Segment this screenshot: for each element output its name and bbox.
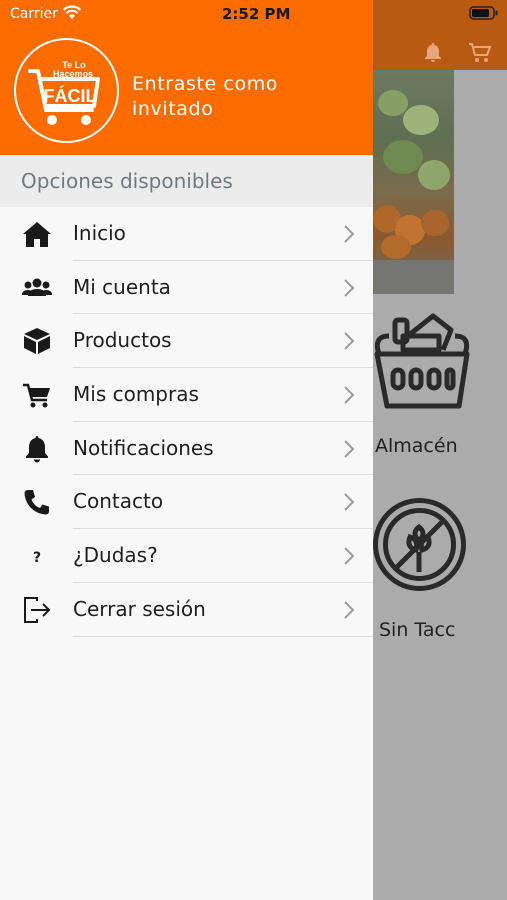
menu-item-label: Contacto xyxy=(73,489,164,514)
drawer-menu: Inicio Mi cuenta Productos Mis compras N… xyxy=(0,207,373,637)
chevron-right-icon xyxy=(344,601,355,619)
logo-line2: Hacemos xyxy=(53,69,93,79)
users-icon xyxy=(22,278,52,296)
home-icon xyxy=(23,222,51,247)
menu-item-notificaciones[interactable]: Notificaciones xyxy=(0,422,373,476)
wifi-icon xyxy=(62,5,82,19)
box-icon xyxy=(24,328,50,355)
logout-icon xyxy=(24,596,51,623)
category-label-almacen[interactable]: Almacén xyxy=(375,435,458,457)
menu-item-label: Mis compras xyxy=(73,382,199,407)
menu-item-label: Productos xyxy=(73,328,172,353)
cart-icon xyxy=(23,383,50,408)
menu-item-label: Inicio xyxy=(73,221,126,245)
carrier-label: Carrier xyxy=(10,6,58,22)
gluten-free-icon[interactable] xyxy=(372,497,467,592)
phone-icon xyxy=(24,490,49,515)
menu-item-label: ¿Dudas? xyxy=(73,543,158,568)
status-time: 2:52 PM xyxy=(222,5,291,23)
brand-logo: Te Lo Hacemos FÁCIL xyxy=(14,38,119,143)
bell-icon xyxy=(26,435,48,463)
menu-item-label: Cerrar sesión xyxy=(73,596,206,621)
chevron-right-icon xyxy=(344,440,355,458)
menu-item-productos[interactable]: Productos xyxy=(0,314,373,369)
menu-item-label: Notificaciones xyxy=(73,435,214,460)
logo-line3: FÁCIL xyxy=(44,85,97,106)
section-title: Opciones disponibles xyxy=(21,169,233,193)
question-icon: ? xyxy=(33,550,41,566)
svg-text:?: ? xyxy=(33,550,41,566)
menu-item-mi-cuenta[interactable]: Mi cuenta xyxy=(0,261,373,315)
menu-item-mis-compras[interactable]: Mis compras xyxy=(0,368,373,422)
battery-icon xyxy=(469,6,498,20)
menu-item-label: Mi cuenta xyxy=(73,274,171,299)
menu-item-inicio[interactable]: Inicio xyxy=(0,207,373,261)
banner-image xyxy=(373,70,454,294)
menu-item-contacto[interactable]: Contacto xyxy=(0,475,373,530)
divider xyxy=(73,635,373,637)
cart-logo-icon: Te Lo Hacemos FÁCIL xyxy=(28,60,100,125)
status-bar: Carrier 2:52 PM xyxy=(0,0,507,28)
bell-icon[interactable] xyxy=(421,41,445,65)
chevron-right-icon xyxy=(344,278,355,297)
category-label-sin-tacc[interactable]: Sin Tacc xyxy=(379,619,455,641)
chevron-right-icon xyxy=(344,547,355,565)
chevron-right-icon xyxy=(344,225,355,243)
menu-item-dudas[interactable]: ? ¿Dudas? xyxy=(0,529,373,583)
chevron-right-icon xyxy=(344,386,355,404)
guest-message: Entraste como invitado xyxy=(132,73,279,120)
side-drawer: Te Lo Hacemos FÁCIL Entraste como invita… xyxy=(0,0,373,900)
grocery-basket-icon[interactable] xyxy=(373,310,471,412)
cart-icon[interactable] xyxy=(468,41,492,65)
chevron-right-icon xyxy=(344,332,355,351)
section-header: Opciones disponibles xyxy=(0,155,373,207)
menu-item-cerrar-sesion[interactable]: Cerrar sesión xyxy=(0,583,373,637)
chevron-right-icon xyxy=(344,493,355,512)
